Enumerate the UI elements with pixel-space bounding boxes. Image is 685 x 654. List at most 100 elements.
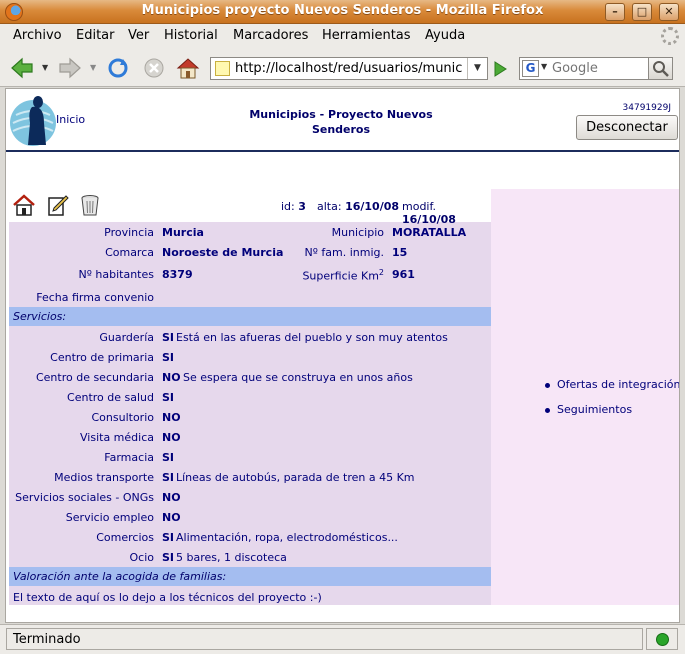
statusbar: Terminado	[0, 624, 685, 654]
servicio-label: Visita médica	[80, 431, 154, 444]
servicio-label: Farmacia	[104, 451, 154, 464]
superficie-value: 961	[392, 268, 415, 281]
servicio-value: NO	[162, 411, 181, 424]
menu-marcadores[interactable]: Marcadores	[233, 28, 308, 43]
valoracion-header: Valoración ante la acogida de familias:	[9, 567, 491, 586]
comarca-label: Comarca	[105, 246, 154, 259]
servicio-value: SI	[162, 551, 175, 564]
reload-icon[interactable]	[106, 57, 130, 79]
status-text: Terminado	[6, 628, 643, 650]
search-input[interactable]	[552, 60, 646, 77]
home-icon[interactable]	[176, 57, 200, 79]
menu-herramientas[interactable]: Herramientas	[322, 28, 411, 43]
inicio-link[interactable]: Inicio	[56, 113, 85, 126]
menubar: Archivo Editar Ver Historial Marcadores …	[0, 24, 685, 49]
servicio-value: NO	[162, 511, 181, 524]
servicio-note: Está en las afueras del pueblo y son muy…	[176, 331, 448, 344]
page-title: Municipios - Proyecto Nuevos Senderos	[226, 107, 456, 137]
bullet-icon	[545, 383, 550, 388]
edit-icon[interactable]	[46, 193, 70, 217]
servicio-note: 5 bares, 1 discoteca	[176, 551, 287, 564]
url-dropdown-icon[interactable]: ▼	[467, 58, 487, 79]
logo-icon	[10, 96, 56, 146]
menu-editar[interactable]: Editar	[76, 28, 115, 43]
servicio-label: Consultorio	[91, 411, 155, 424]
search-box[interactable]: G ▼	[519, 57, 649, 80]
google-engine-icon[interactable]: G	[522, 60, 539, 77]
throbber-icon	[661, 27, 679, 45]
habitantes-value: 8379	[162, 268, 193, 281]
servicio-label: Centro de primaria	[50, 351, 154, 364]
forward-dropdown-icon[interactable]: ▼	[90, 63, 96, 72]
sidebar-link-seguimientos[interactable]: Seguimientos	[557, 403, 632, 416]
bullet-icon	[545, 408, 550, 413]
servicio-label: Servicio empleo	[65, 511, 154, 524]
sidebar-link-ofertas[interactable]: Ofertas de integración	[557, 378, 679, 391]
servicio-label: Centro de salud	[67, 391, 154, 404]
municipio-record: id: 3 alta: 16/10/08 modif. 16/10/08 Pro…	[9, 189, 491, 605]
url-bar[interactable]: http://localhost/red/usuarios/munic ▼	[210, 57, 488, 80]
go-icon[interactable]	[490, 59, 510, 79]
record-toolbar: id: 3 alta: 16/10/08 modif. 16/10/08	[9, 189, 491, 226]
trash-icon[interactable]	[78, 193, 102, 217]
servicios-header: Servicios:	[9, 307, 491, 326]
house-icon[interactable]	[12, 193, 36, 217]
menu-ayuda[interactable]: Ayuda	[425, 28, 465, 43]
minimize-button[interactable]: –	[605, 3, 625, 21]
servicio-note: Alimentación, ropa, electrodomésticos...	[176, 531, 398, 544]
maximize-button[interactable]: □	[632, 3, 652, 21]
servicio-label: Centro de secundaria	[35, 371, 154, 384]
meta-alta: alta: 16/10/08	[317, 200, 400, 213]
servicio-value: NO	[162, 431, 181, 444]
servicio-label: Medios transporte	[54, 471, 154, 484]
servicio-value: SI	[162, 531, 175, 544]
search-button[interactable]	[648, 57, 673, 80]
menu-historial[interactable]: Historial	[164, 28, 218, 43]
servicio-value: SI	[162, 451, 175, 464]
servicio-value: SI	[162, 351, 175, 364]
search-icon	[653, 61, 669, 77]
window-title: Municipios proyecto Nuevos Senderos - Mo…	[141, 3, 544, 18]
page-title-line2: Senderos	[311, 123, 371, 136]
servicio-value: NO	[162, 371, 181, 384]
page-header: Inicio Municipios - Proyecto Nuevos Send…	[6, 89, 679, 152]
sidebar: Ofertas de integración Seguimientos	[491, 189, 679, 605]
servicio-value: SI	[162, 471, 175, 484]
servicio-note: Se espera que se construya en unos años	[183, 371, 413, 384]
municipio-value: MORATALLA	[392, 226, 467, 239]
servicio-value: NO	[162, 491, 181, 504]
meta-id: id: 3	[281, 200, 306, 213]
meta-modif: modif. 16/10/08	[402, 200, 456, 226]
page-content: Inicio Municipios - Proyecto Nuevos Send…	[5, 88, 680, 623]
superficie-label: Superficie Km2	[302, 268, 384, 283]
provincia-value: Murcia	[162, 226, 204, 239]
engine-dropdown-icon[interactable]: ▼	[541, 62, 547, 71]
servicio-value: SI	[162, 391, 175, 404]
servicio-label: Servicios sociales - ONGs	[15, 491, 154, 504]
stop-icon[interactable]	[142, 57, 166, 79]
valoracion-text: El texto de aquí os lo dejo a los técnic…	[13, 591, 322, 604]
habitantes-label: Nº habitantes	[78, 268, 155, 281]
status-indicator	[646, 628, 678, 650]
back-dropdown-icon[interactable]: ▼	[42, 63, 48, 72]
servicio-label: Guardería	[99, 331, 154, 344]
back-icon[interactable]	[10, 57, 34, 79]
window-titlebar: Municipios proyecto Nuevos Senderos - Mo…	[0, 0, 685, 24]
forward-icon[interactable]	[58, 57, 82, 79]
close-button[interactable]: ✕	[659, 3, 679, 21]
disconnect-button[interactable]: Desconectar	[576, 115, 678, 140]
page-title-line1: Municipios - Proyecto Nuevos	[249, 108, 433, 121]
menu-archivo[interactable]: Archivo	[13, 28, 62, 43]
servicio-label: Comercios	[96, 531, 154, 544]
comarca-value: Noroeste de Murcia	[162, 246, 284, 259]
fam-inmig-value: 15	[392, 246, 408, 259]
servicio-value: SI	[162, 331, 175, 344]
user-id: 34791929J	[622, 103, 671, 113]
fecha-convenio-label: Fecha firma convenio	[36, 291, 154, 304]
status-ok-icon	[656, 633, 669, 646]
url-text[interactable]: http://localhost/red/usuarios/munic	[235, 61, 463, 76]
provincia-label: Provincia	[104, 226, 154, 239]
menu-ver[interactable]: Ver	[128, 28, 149, 43]
servicio-note: Líneas de autobús, parada de tren a 45 K…	[176, 471, 415, 484]
fam-inmig-label: Nº fam. inmig.	[304, 246, 384, 259]
